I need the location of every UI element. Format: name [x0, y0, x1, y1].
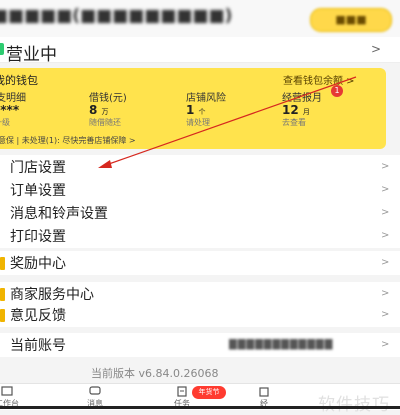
annotation-arrow-icon — [98, 76, 357, 168]
watermark-text: 软件技巧 — [318, 395, 390, 415]
business-icon — [259, 387, 269, 397]
festival-badge: 年货节 — [192, 386, 226, 399]
workbench-icon — [1, 386, 13, 396]
task-icon — [177, 386, 187, 397]
message-icon — [89, 386, 101, 395]
